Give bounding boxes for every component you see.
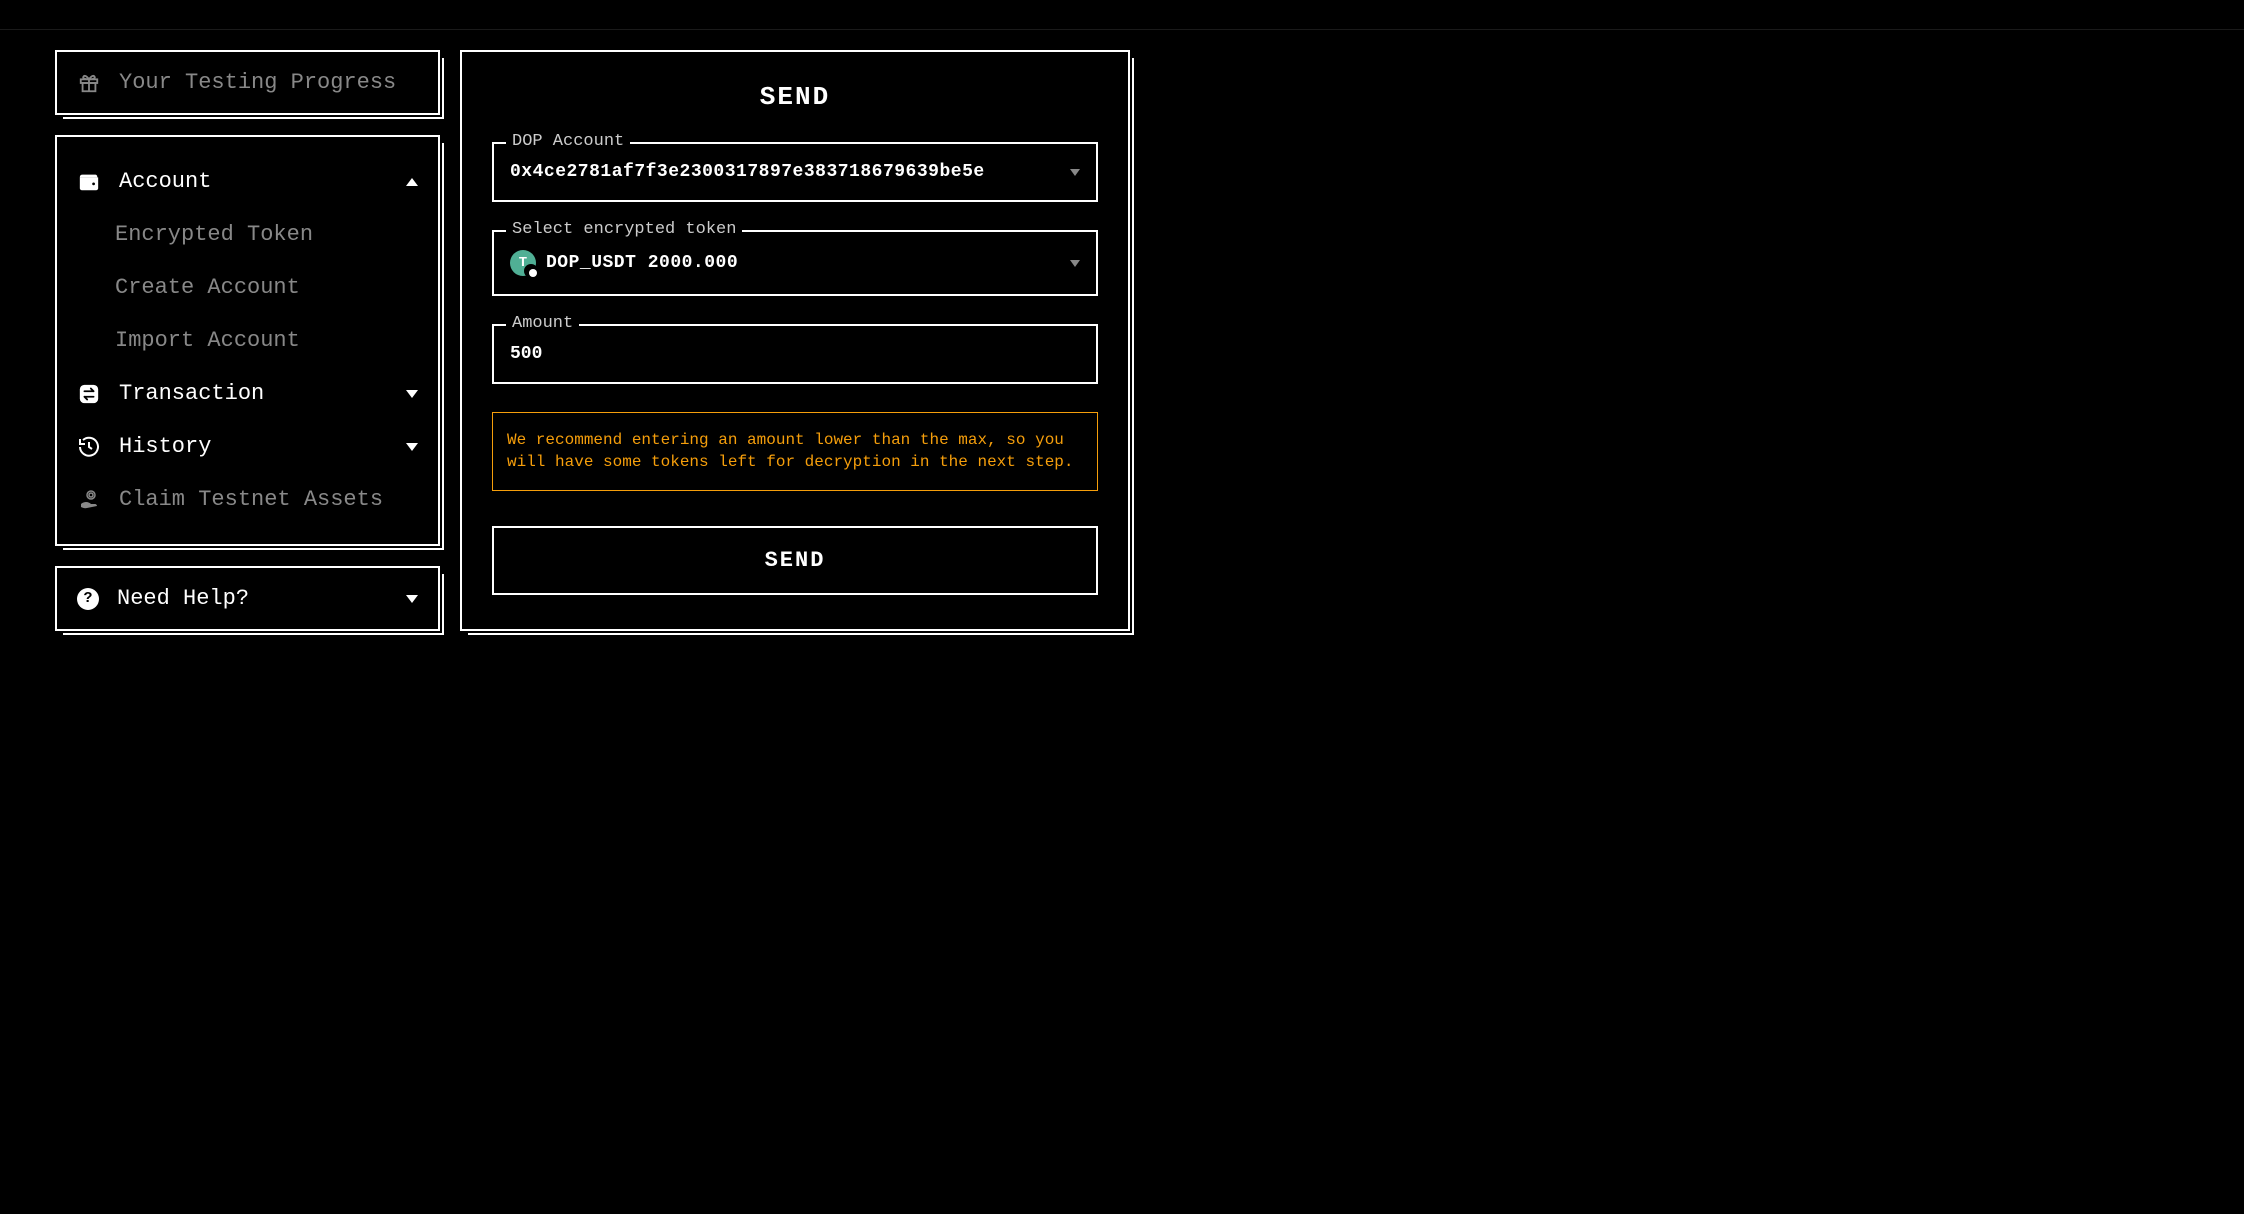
nav-account-label: Account — [119, 169, 388, 194]
nav-create-account[interactable]: Create Account — [57, 261, 438, 314]
nav-history-label: History — [119, 434, 388, 459]
transaction-icon — [77, 382, 101, 406]
chevron-down-icon — [406, 443, 418, 451]
amount-input[interactable] — [492, 324, 1098, 384]
token-value: DOP_USDT 2000.000 — [546, 253, 1060, 273]
nav-encrypted-token[interactable]: Encrypted Token — [57, 208, 438, 261]
warning-message: We recommend entering an amount lower th… — [492, 412, 1098, 491]
nav-account[interactable]: Account — [57, 155, 438, 208]
progress-label: Your Testing Progress — [119, 70, 396, 95]
dop-account-value: 0x4ce2781af7f3e2300317897e383718679639be… — [510, 162, 1060, 182]
dop-account-select[interactable]: 0x4ce2781af7f3e2300317897e383718679639be… — [492, 142, 1098, 202]
send-panel: SEND DOP Account 0x4ce2781af7f3e23003178… — [460, 50, 1130, 631]
token-label: Select encrypted token — [506, 220, 742, 239]
claim-icon — [77, 488, 101, 512]
chevron-down-icon — [1070, 169, 1080, 176]
help-panel[interactable]: ? Need Help? — [55, 566, 440, 631]
nav-panel: Account Encrypted Token Create Account I… — [55, 135, 440, 546]
usdt-icon: T — [510, 250, 536, 276]
nav-claim-assets[interactable]: Claim Testnet Assets — [57, 473, 438, 526]
chevron-down-icon — [406, 595, 418, 603]
token-select[interactable]: T DOP_USDT 2000.000 — [492, 230, 1098, 296]
send-button[interactable]: SEND — [492, 526, 1098, 595]
chevron-up-icon — [406, 178, 418, 186]
nav-transaction-label: Transaction — [119, 381, 388, 406]
chevron-down-icon — [1070, 260, 1080, 267]
help-label: Need Help? — [117, 586, 388, 611]
dop-account-label: DOP Account — [506, 132, 630, 151]
amount-label: Amount — [506, 314, 579, 333]
nav-import-account[interactable]: Import Account — [57, 314, 438, 367]
wallet-icon — [77, 170, 101, 194]
nav-claim-label: Claim Testnet Assets — [119, 487, 418, 512]
nav-transaction[interactable]: Transaction — [57, 367, 438, 420]
history-icon — [77, 435, 101, 459]
gift-icon — [77, 71, 101, 95]
nav-history[interactable]: History — [57, 420, 438, 473]
testing-progress-panel[interactable]: Your Testing Progress — [55, 50, 440, 115]
chevron-down-icon — [406, 390, 418, 398]
help-icon: ? — [77, 588, 99, 610]
page-title: SEND — [492, 82, 1098, 112]
